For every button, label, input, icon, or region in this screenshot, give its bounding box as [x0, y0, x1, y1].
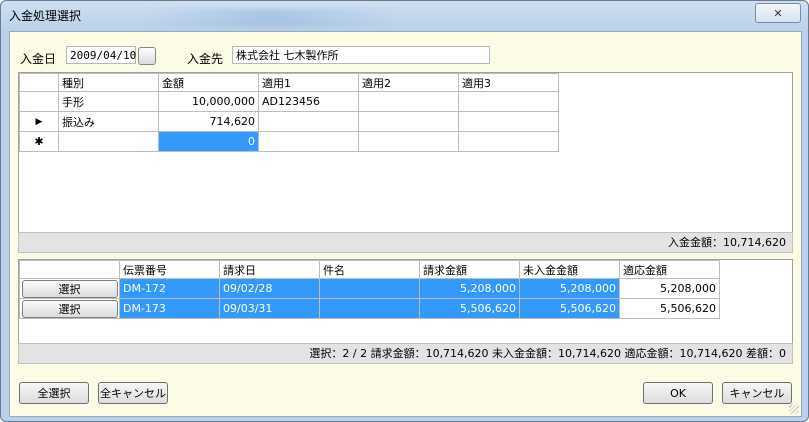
payer-field[interactable]: 株式会社 七木製作所 — [232, 46, 490, 64]
select-all-button[interactable]: 全選択 — [19, 382, 89, 404]
memo1-cell[interactable] — [258, 131, 359, 152]
payment-total: 入金金額：10,714,620 — [668, 236, 786, 249]
memo1-cell[interactable] — [258, 111, 359, 132]
invoices-table: 伝票番号 請求日 件名 請求金額 未入金金額 適応金額 選択 DM-172 09… — [19, 260, 720, 319]
amount-cell[interactable]: 10,000,000 — [158, 91, 259, 112]
applied-cell[interactable]: 5,208,000 — [619, 278, 720, 299]
current-row-arrow-icon[interactable]: ▶ — [19, 111, 59, 132]
column-header[interactable]: 伝票番号 — [119, 260, 220, 279]
column-header[interactable]: 適用2 — [358, 73, 459, 92]
select-cell: 選択 — [19, 298, 120, 319]
window-title: 入金処理選択 — [9, 9, 82, 23]
table-row[interactable]: 選択 DM-173 09/03/31 5,506,620 5,506,620 5… — [19, 298, 720, 319]
new-row-asterisk-icon[interactable]: ✱ — [19, 131, 59, 152]
select-cell: 選択 — [19, 278, 120, 299]
memo1-cell[interactable]: AD123456 — [258, 91, 359, 112]
payment-total-bar: 入金金額：10,714,620 — [18, 232, 793, 253]
billed-cell[interactable]: 5,506,620 — [419, 298, 520, 319]
invoices-header-row: 伝票番号 請求日 件名 請求金額 未入金金額 適応金額 — [19, 260, 720, 279]
row-indicator[interactable] — [19, 91, 59, 112]
payer-label: 入金先 — [187, 52, 224, 66]
column-header[interactable]: 請求金額 — [419, 260, 520, 279]
title-bar-glow — [141, 9, 401, 27]
dialog-window: 入金処理選択 ✕ 入金日 2009/04/10 入金先 株式会社 七木製作所 種… — [0, 0, 809, 422]
row-header-corner — [19, 260, 120, 279]
invoices-grid[interactable]: 伝票番号 請求日 件名 請求金額 未入金金額 適応金額 選択 DM-172 09… — [18, 259, 793, 345]
title-bar[interactable]: 入金処理選択 ✕ — [1, 1, 808, 31]
select-row-button[interactable]: 選択 — [21, 299, 118, 318]
payments-grid[interactable]: 種別 金額 適用1 適用2 適用3 手形 10,000,000 AD123456… — [18, 72, 793, 234]
date-cell[interactable]: 09/03/31 — [219, 298, 320, 319]
date-cell[interactable]: 09/02/28 — [219, 278, 320, 299]
unpaid-cell[interactable]: 5,506,620 — [519, 298, 620, 319]
column-header[interactable]: 請求日 — [219, 260, 320, 279]
column-header[interactable]: 未入金金額 — [519, 260, 620, 279]
column-header[interactable]: 適用1 — [258, 73, 359, 92]
column-header[interactable]: 件名 — [319, 260, 420, 279]
slip-cell[interactable]: DM-172 — [119, 278, 220, 299]
payments-table: 種別 金額 適用1 適用2 適用3 手形 10,000,000 AD123456… — [19, 73, 559, 152]
calendar-button[interactable] — [138, 47, 156, 65]
close-button[interactable]: ✕ — [755, 3, 801, 23]
close-icon: ✕ — [773, 6, 783, 20]
applied-cell[interactable]: 5,506,620 — [619, 298, 720, 319]
memo2-cell[interactable] — [358, 111, 459, 132]
amount-cell[interactable]: 0 — [158, 131, 259, 152]
subject-cell[interactable] — [319, 298, 420, 319]
invoice-summary: 選択：2 / 2 請求金額：10,714,620 未入金金額：10,714,62… — [309, 347, 786, 360]
type-cell[interactable]: 振込み — [58, 111, 159, 132]
memo3-cell[interactable] — [458, 111, 559, 132]
ok-button[interactable]: OK — [643, 382, 713, 404]
type-cell[interactable] — [58, 131, 159, 152]
dialog-body: 入金日 2009/04/10 入金先 株式会社 七木製作所 種別 金額 適用1 … — [9, 31, 802, 417]
subject-cell[interactable] — [319, 278, 420, 299]
date-field[interactable]: 2009/04/10 — [66, 46, 136, 64]
unpaid-cell[interactable]: 5,208,000 — [519, 278, 620, 299]
table-row[interactable]: ▶ 振込み 714,620 — [19, 111, 559, 132]
cancel-all-button[interactable]: 全キャンセル — [98, 382, 168, 404]
table-row[interactable]: 手形 10,000,000 AD123456 — [19, 91, 559, 112]
memo3-cell[interactable] — [458, 91, 559, 112]
memo2-cell[interactable] — [358, 91, 459, 112]
date-label: 入金日 — [20, 52, 57, 66]
resize-grip-icon[interactable] — [789, 404, 799, 414]
row-header-corner — [19, 73, 59, 92]
column-header[interactable]: 種別 — [58, 73, 159, 92]
invoice-summary-bar: 選択：2 / 2 請求金額：10,714,620 未入金金額：10,714,62… — [18, 343, 793, 364]
column-header[interactable]: 金額 — [158, 73, 259, 92]
column-header[interactable]: 適用3 — [458, 73, 559, 92]
payments-header-row: 種別 金額 適用1 適用2 適用3 — [19, 73, 559, 92]
memo3-cell[interactable] — [458, 131, 559, 152]
billed-cell[interactable]: 5,208,000 — [419, 278, 520, 299]
select-row-button[interactable]: 選択 — [21, 279, 118, 298]
memo2-cell[interactable] — [358, 131, 459, 152]
slip-cell[interactable]: DM-173 — [119, 298, 220, 319]
cancel-button[interactable]: キャンセル — [722, 382, 792, 404]
table-row[interactable]: ✱ 0 — [19, 131, 559, 152]
type-cell[interactable]: 手形 — [58, 91, 159, 112]
column-header[interactable]: 適応金額 — [619, 260, 720, 279]
table-row[interactable]: 選択 DM-172 09/02/28 5,208,000 5,208,000 5… — [19, 278, 720, 299]
amount-cell[interactable]: 714,620 — [158, 111, 259, 132]
